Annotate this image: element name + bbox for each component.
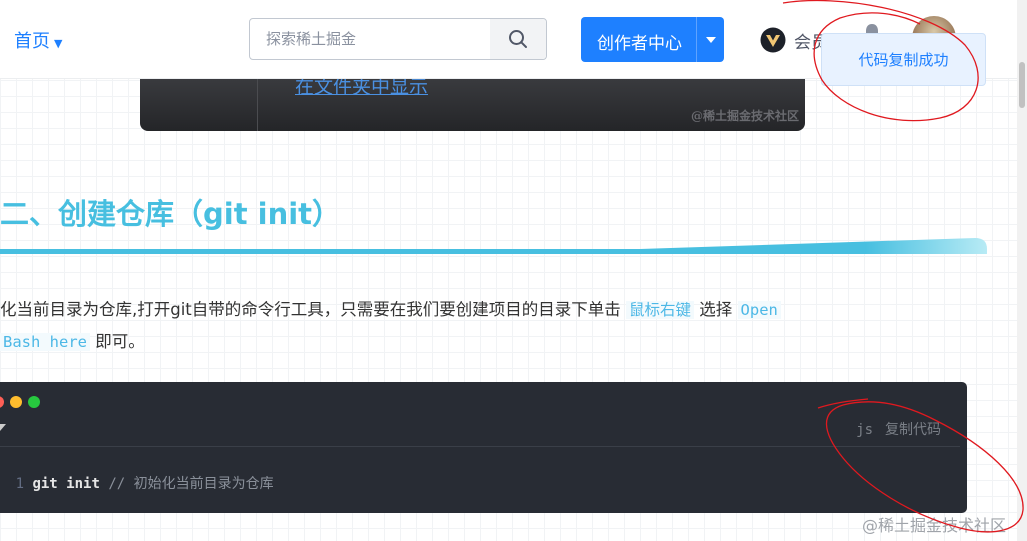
creator-center-button[interactable]: 创作者中心 [581, 17, 724, 62]
creator-center-label: 创作者中心 [597, 34, 682, 54]
paragraph-text-1: 化当前目录为仓库,打开git自带的命令行工具，只需要在我们要创建项目的目录下单击 [0, 300, 627, 319]
nav-home-dropdown[interactable]: 首页 ▼ [14, 27, 62, 53]
vip-entry[interactable]: 会员 [760, 26, 828, 54]
paragraph-text-3: 即可。 [90, 332, 145, 351]
image-divider [257, 70, 258, 131]
search-input[interactable] [250, 19, 490, 59]
red-dot-icon [0, 396, 4, 408]
code-line: 1 git init // 初始化当前目录为仓库 [0, 473, 274, 493]
heading-underline [0, 238, 987, 254]
image-watermark: @稀土掘金技术社区 [690, 109, 799, 123]
code-command: git init [32, 476, 100, 492]
inline-code-bash-here: Bash here [0, 333, 90, 351]
code-comment: // 初始化当前目录为仓库 [108, 476, 274, 492]
copy-code-button[interactable]: 复制代码 [885, 422, 941, 438]
copy-success-toast: 代码复制成功 [821, 33, 986, 86]
window-dots [0, 396, 40, 408]
section-heading: 二、创建仓库（git init） [0, 197, 342, 231]
nav-home-label: 首页 [14, 31, 50, 52]
article-image: 在文件夹中显示 @稀土掘金技术社区 [140, 70, 805, 131]
collapse-caret-icon[interactable] [0, 424, 6, 431]
green-dot-icon [28, 396, 40, 408]
page-scrollbar[interactable] [1017, 0, 1027, 541]
scrollbar-thumb[interactable] [1019, 62, 1025, 108]
screenshot-watermark: @稀土掘金技术社区 [862, 516, 1007, 535]
creator-divider [696, 17, 697, 62]
caret-down-icon: ▼ [54, 37, 63, 50]
vip-badge-icon [760, 27, 786, 53]
search-icon [509, 30, 527, 48]
caret-down-icon [706, 36, 716, 43]
code-block: js 复制代码 1 git init // 初始化当前目录为仓库 [0, 382, 967, 513]
code-header-divider [0, 446, 960, 447]
line-number: 1 [15, 476, 24, 492]
yellow-dot-icon [10, 396, 22, 408]
inline-code-open: Open [737, 301, 781, 319]
search-box [249, 18, 547, 60]
code-language: js [856, 422, 873, 438]
paragraph-text-2: 选择 [694, 300, 738, 319]
creator-dropdown-toggle[interactable] [698, 17, 724, 62]
search-button[interactable] [490, 19, 546, 59]
inline-code-right-click: 鼠标右键 [626, 301, 695, 319]
article-paragraph: 化当前目录为仓库,打开git自带的命令行工具，只需要在我们要创建项目的目录下单击… [0, 294, 960, 358]
toast-message: 代码复制成功 [858, 51, 949, 69]
code-toolbar: js 复制代码 [856, 419, 941, 439]
